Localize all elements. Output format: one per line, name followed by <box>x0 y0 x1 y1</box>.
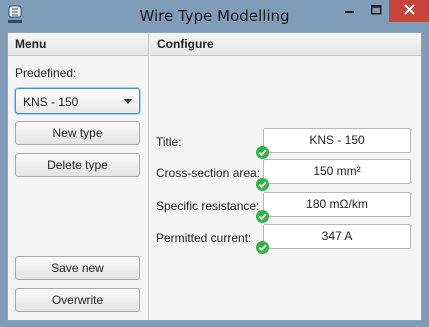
save-new-button[interactable]: Save new <box>15 256 140 280</box>
maximize-button[interactable] <box>363 0 389 22</box>
configure-panel: Configure Title: KNS - 150 Cross-section… <box>150 33 421 320</box>
menu-header: Menu <box>8 33 148 56</box>
maximize-icon <box>370 4 382 18</box>
overwrite-button[interactable]: Overwrite <box>15 288 140 312</box>
new-type-button[interactable]: New type <box>15 121 140 145</box>
check-circle-icon <box>256 146 269 159</box>
predefined-label: Predefined: <box>15 66 77 80</box>
close-button[interactable] <box>389 0 429 22</box>
check-circle-icon <box>256 210 269 223</box>
permitted-current-field[interactable]: 347 A <box>263 224 411 249</box>
title-field[interactable]: KNS - 150 <box>263 128 411 153</box>
minimize-button[interactable] <box>337 0 363 22</box>
predefined-select-value: KNS - 150 <box>23 95 79 109</box>
title-bar[interactable]: Wire Type Modelling <box>0 0 429 32</box>
menu-panel: Menu Predefined: KNS - 150 New type Dele… <box>8 33 149 320</box>
close-icon <box>403 4 415 18</box>
predefined-select[interactable]: KNS - 150 <box>15 88 140 114</box>
permitted-current-label: Permitted current: <box>156 231 252 245</box>
chevron-down-icon <box>124 99 132 104</box>
check-circle-icon <box>256 178 269 191</box>
app-window: Wire Type Modelling Menu Predefined: KNS… <box>0 0 429 327</box>
title-label: Title: <box>156 135 182 149</box>
cross-section-field[interactable]: 150 mm² <box>263 159 411 184</box>
window-content: Menu Predefined: KNS - 150 New type Dele… <box>7 32 422 321</box>
specific-resistance-label: Specific resistance: <box>156 199 260 213</box>
configure-header: Configure <box>150 33 421 56</box>
cross-section-label: Cross-section area: <box>156 166 261 180</box>
check-circle-icon <box>256 241 269 254</box>
specific-resistance-field[interactable]: 180 mΩ/km <box>263 192 411 217</box>
minimize-icon <box>345 4 355 18</box>
delete-type-button[interactable]: Delete type <box>15 153 140 177</box>
